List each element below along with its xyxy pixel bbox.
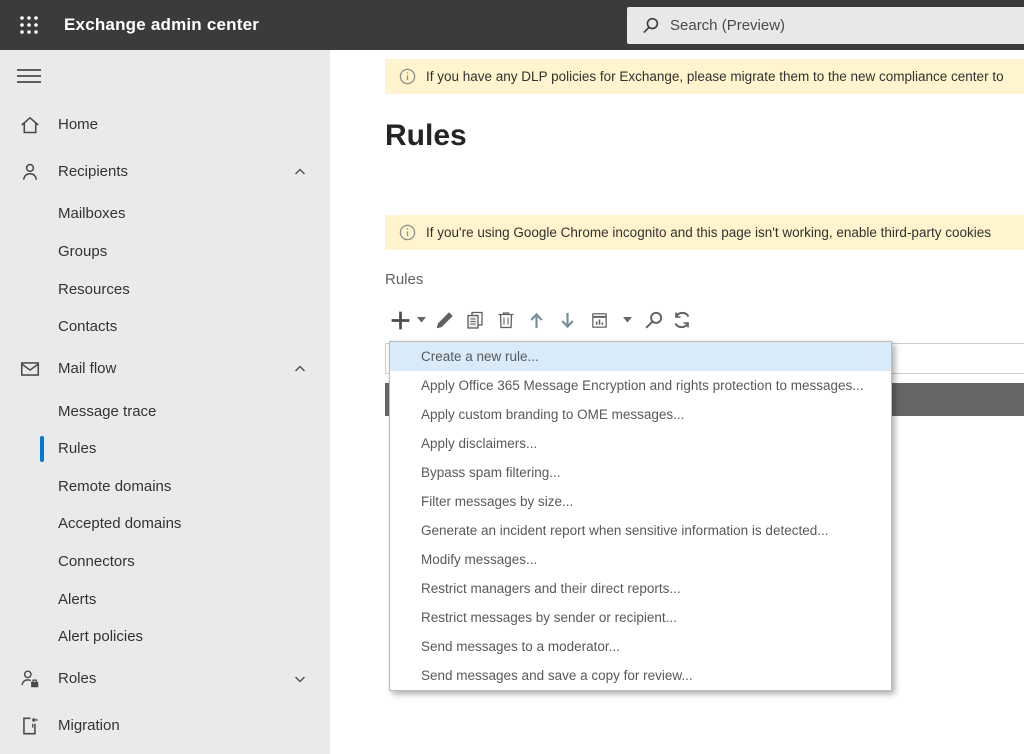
sidebar-item-label: Message trace [58,395,156,429]
new-rule-dropdown-menu: Create a new rule... Apply Office 365 Me… [389,341,892,691]
page-title: Rules [385,119,467,153]
sidebar-item-label: Connectors [58,545,135,579]
hamburger-icon [17,68,41,84]
selected-item-indicator [40,436,44,462]
chevron-down-icon[interactable] [293,672,307,686]
banner-text: If you're using Google Chrome incognito … [426,225,991,240]
info-icon [399,224,416,241]
menu-item-create-new-rule[interactable]: Create a new rule... [390,342,891,371]
sidebar-item-label: Mailboxes [58,197,126,231]
sidebar-item-alert-policies[interactable]: Alert policies [0,620,330,654]
report-dropdown-caret[interactable] [616,305,638,335]
add-rule-dropdown-caret[interactable] [413,305,429,335]
sidebar-item-message-trace[interactable]: Message trace [0,395,330,429]
sidebar-item-recipients[interactable]: Recipients [0,155,330,189]
sidebar-item-alerts[interactable]: Alerts [0,583,330,617]
chrome-incognito-banner: If you're using Google Chrome incognito … [385,215,1024,250]
sidebar-item-label: Alert policies [58,620,143,654]
refresh-icon [672,310,692,330]
menu-item-bypass-spam-filtering[interactable]: Bypass spam filtering... [390,458,891,487]
sidebar-item-label: Recipients [58,155,128,189]
sidebar-item-migration[interactable]: Migration [0,709,330,743]
copy-icon [465,310,485,330]
sidebar-item-rules[interactable]: Rules [0,432,330,466]
global-search-box[interactable] [627,7,1024,44]
left-navigation: Home Recipients Mailboxes Groups Resourc… [0,50,330,754]
sidebar-item-mail-flow[interactable]: Mail flow [0,352,330,386]
sidebar-item-roles[interactable]: Roles [0,662,330,696]
copy-rule-button[interactable] [459,305,490,335]
sidebar-item-home[interactable]: Home [0,108,330,142]
report-icon [590,311,609,330]
sidebar-item-groups[interactable]: Groups [0,235,330,269]
sidebar-item-label: Mail flow [58,352,116,386]
sidebar-item-resources[interactable]: Resources [0,273,330,307]
sidebar-item-label: Home [58,108,98,142]
menu-item-send-to-moderator[interactable]: Send messages to a moderator... [390,632,891,661]
search-icon [641,16,660,35]
sidebar-item-label: Alerts [58,583,96,617]
sidebar-item-label: Resources [58,273,130,307]
roles-icon [19,668,41,690]
caret-down-icon [417,317,426,323]
banner-text: If you have any DLP policies for Exchang… [426,69,1004,84]
refresh-button[interactable] [668,305,696,335]
rule-report-button[interactable] [583,305,616,335]
arrow-up-icon [527,311,546,330]
dlp-migration-banner: If you have any DLP policies for Exchang… [385,59,1024,94]
add-rule-button[interactable] [387,305,413,335]
delete-rule-button[interactable] [490,305,521,335]
search-rules-button[interactable] [638,305,668,335]
sidebar-item-label: Migration [58,709,120,743]
trash-icon [496,310,516,330]
sidebar-item-remote-domains[interactable]: Remote domains [0,470,330,504]
top-bar: Exchange admin center [0,0,1024,50]
arrow-down-icon [558,311,577,330]
app-title: Exchange admin center [64,0,259,50]
waffle-icon [18,14,40,36]
sidebar-item-label: Contacts [58,310,117,344]
rules-toolbar [387,303,696,337]
sidebar-item-label: Groups [58,235,107,269]
caret-down-icon [623,317,632,323]
menu-item-send-save-copy-for-review[interactable]: Send messages and save a copy for review… [390,661,891,690]
sidebar-item-label: Accepted domains [58,507,181,541]
menu-item-modify-messages[interactable]: Modify messages... [390,545,891,574]
plus-icon [389,309,412,332]
mail-icon [19,358,41,380]
info-icon [399,68,416,85]
sidebar-item-mailboxes[interactable]: Mailboxes [0,197,330,231]
menu-item-restrict-by-sender-recipient[interactable]: Restrict messages by sender or recipient… [390,603,891,632]
sidebar-item-connectors[interactable]: Connectors [0,545,330,579]
migration-icon [19,715,41,737]
sidebar-item-label: Remote domains [58,470,171,504]
search-input[interactable] [670,17,970,34]
chevron-up-icon[interactable] [293,165,307,179]
home-icon [19,114,41,136]
chevron-up-icon[interactable] [293,362,307,376]
sidebar-item-contacts[interactable]: Contacts [0,310,330,344]
hamburger-menu-icon[interactable] [17,68,41,84]
sidebar-item-label: Roles [58,662,96,696]
exchange-admin-center-window: Exchange admin center Home [0,0,1024,754]
pencil-icon [434,310,455,331]
menu-item-apply-ome-encryption[interactable]: Apply Office 365 Message Encryption and … [390,371,891,400]
move-down-button[interactable] [552,305,583,335]
magnifier-icon [643,310,664,331]
app-launcher-waffle-icon[interactable] [14,11,44,39]
rules-list-label: Rules [385,271,423,288]
menu-item-apply-custom-branding[interactable]: Apply custom branding to OME messages... [390,400,891,429]
sidebar-item-label: Rules [58,432,96,466]
move-up-button[interactable] [521,305,552,335]
person-icon [19,161,41,183]
edit-rule-button[interactable] [429,305,459,335]
menu-item-generate-incident-report[interactable]: Generate an incident report when sensiti… [390,516,891,545]
menu-item-restrict-managers[interactable]: Restrict managers and their direct repor… [390,574,891,603]
menu-item-apply-disclaimers[interactable]: Apply disclaimers... [390,429,891,458]
menu-item-filter-messages-by-size[interactable]: Filter messages by size... [390,487,891,516]
sidebar-item-accepted-domains[interactable]: Accepted domains [0,507,330,541]
